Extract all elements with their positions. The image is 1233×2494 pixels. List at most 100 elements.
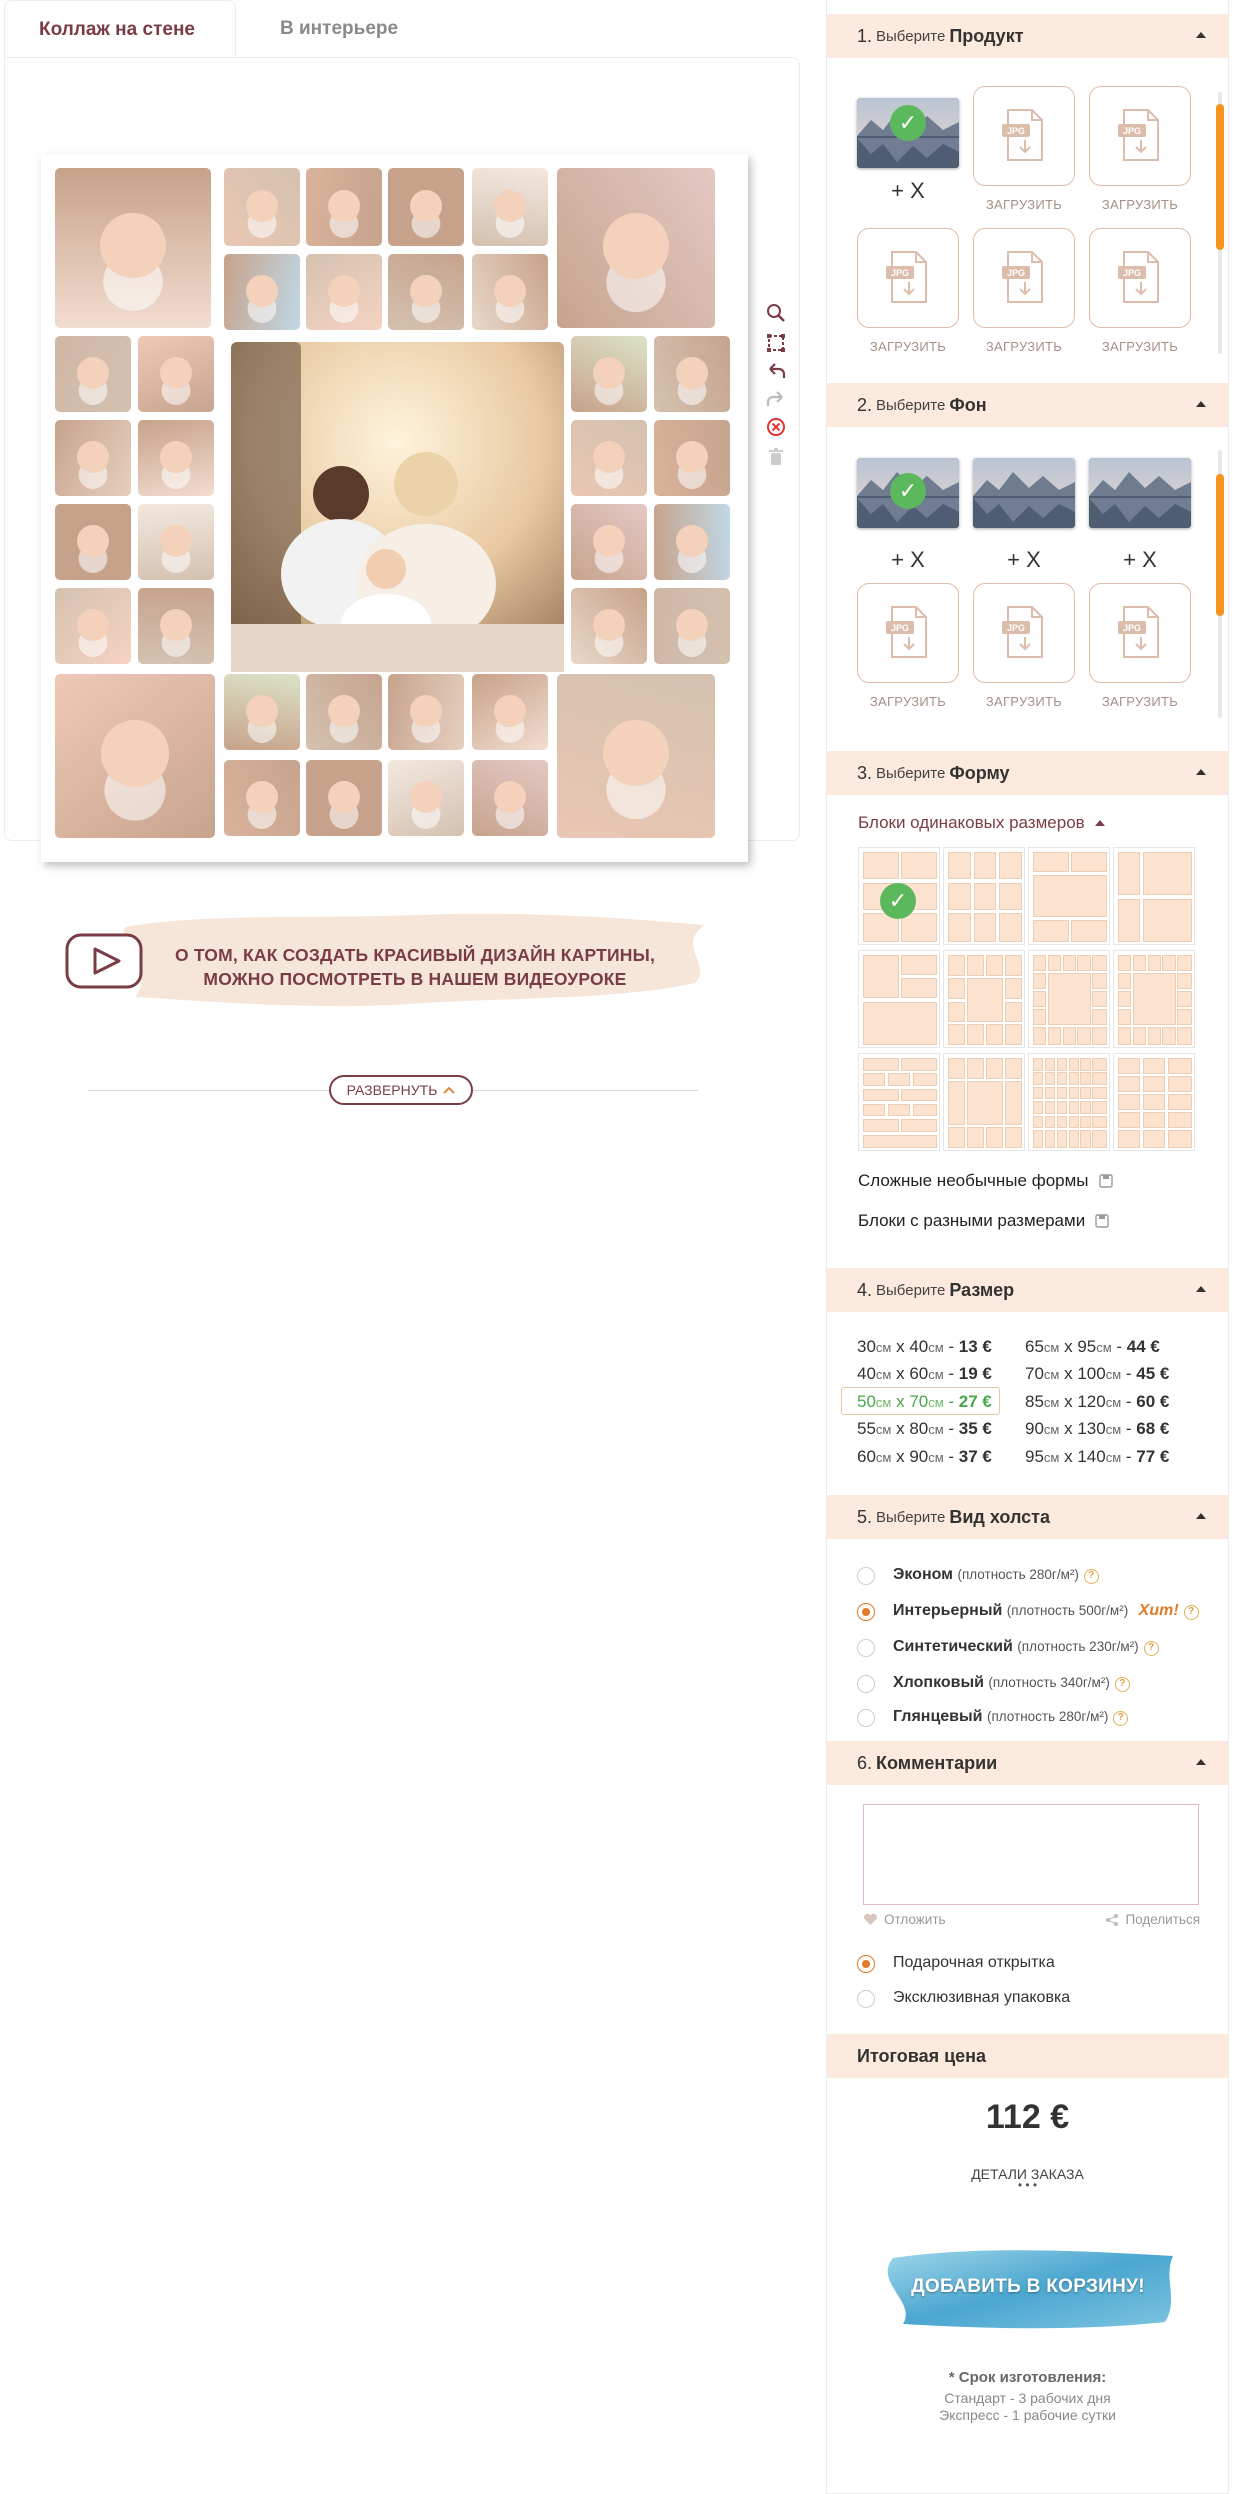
- collage-photo[interactable]: [306, 674, 382, 750]
- help-icon[interactable]: ?: [1113, 1711, 1129, 1726]
- size-option[interactable]: 50см x 70см - 27 €: [857, 1392, 992, 1412]
- product-upload-slot[interactable]: JPG: [1089, 86, 1191, 186]
- layout-option[interactable]: [943, 950, 1025, 1048]
- collage-photo[interactable]: [306, 254, 382, 330]
- collage-canvas[interactable]: [41, 154, 748, 862]
- collage-photo[interactable]: [138, 336, 214, 412]
- section-size-header[interactable]: 4. Выберите Размер: [827, 1268, 1228, 1312]
- product-upload-slot[interactable]: JPG: [973, 228, 1075, 328]
- collage-photo[interactable]: [55, 674, 215, 838]
- collage-photo[interactable]: [55, 504, 131, 580]
- layout-option[interactable]: [1113, 847, 1195, 945]
- collage-photo[interactable]: [306, 168, 382, 246]
- background-upload-slot[interactable]: JPG: [1089, 583, 1191, 683]
- collage-photo[interactable]: [55, 168, 211, 328]
- collage-photo[interactable]: [654, 336, 730, 412]
- tab-wall-collage[interactable]: Коллаж на стене: [4, 0, 236, 58]
- collage-photo[interactable]: [224, 760, 300, 836]
- collage-photo[interactable]: [571, 588, 647, 664]
- product-scrollbar-thumb[interactable]: [1216, 104, 1224, 250]
- collage-photo[interactable]: [571, 336, 647, 412]
- layout-option[interactable]: [1113, 950, 1195, 1048]
- collage-photo[interactable]: [472, 168, 548, 246]
- layout-option[interactable]: [943, 1053, 1025, 1151]
- help-icon[interactable]: ?: [1114, 1677, 1130, 1692]
- size-option[interactable]: 85см x 120см - 60 €: [1025, 1392, 1169, 1412]
- collage-photo[interactable]: [388, 674, 464, 750]
- background-option[interactable]: [1089, 458, 1191, 528]
- section-background-header[interactable]: 2. Выберите Фон: [827, 383, 1228, 427]
- collage-photo[interactable]: [654, 588, 730, 664]
- help-icon[interactable]: ?: [1183, 1605, 1199, 1620]
- collage-photo[interactable]: [388, 760, 464, 836]
- collage-photo[interactable]: [654, 504, 730, 580]
- collage-photo[interactable]: [55, 588, 131, 664]
- video-tutorial-banner[interactable]: О ТОМ, КАК СОЗДАТЬ КРАСИВЫЙ ДИЗАЙН КАРТИ…: [60, 905, 720, 1015]
- layout-option[interactable]: [1113, 1053, 1195, 1151]
- collage-photo[interactable]: [138, 504, 214, 580]
- undo-icon[interactable]: [763, 358, 789, 384]
- layout-option[interactable]: [858, 1053, 940, 1151]
- remove-icon[interactable]: [763, 414, 789, 440]
- collage-photo[interactable]: [224, 674, 300, 750]
- zoom-icon[interactable]: [763, 300, 789, 326]
- collage-photo[interactable]: [571, 504, 647, 580]
- layout-option[interactable]: [943, 847, 1025, 945]
- collage-photo[interactable]: [557, 674, 715, 838]
- background-upload-slot[interactable]: JPG: [857, 583, 959, 683]
- section-product-header[interactable]: 1. Выберите Продукт: [827, 14, 1228, 58]
- collage-photo[interactable]: [138, 420, 214, 496]
- collage-photo[interactable]: [55, 336, 131, 412]
- background-option[interactable]: [973, 458, 1075, 528]
- collage-photo[interactable]: [388, 168, 464, 246]
- canvas-type-label[interactable]: Хлопковый (плотность 340г/м²)?: [893, 1674, 1130, 1692]
- canvas-type-radio[interactable]: [857, 1639, 875, 1657]
- gift-card-radio[interactable]: [857, 1955, 875, 1973]
- layout-option[interactable]: [1028, 847, 1110, 945]
- crop-icon[interactable]: [763, 330, 789, 356]
- canvas-type-radio[interactable]: [857, 1675, 875, 1693]
- order-details-link[interactable]: ДЕТАЛИ ЗАКАЗА • • •: [827, 2166, 1228, 2191]
- section-canvas-type-header[interactable]: 5. Выберите Вид холста: [827, 1495, 1228, 1539]
- product-upload-slot[interactable]: JPG: [973, 86, 1075, 186]
- size-option[interactable]: 70см x 100см - 45 €: [1025, 1364, 1169, 1384]
- canvas-type-label[interactable]: Эконом (плотность 280г/м²)?: [893, 1566, 1099, 1584]
- main-photo[interactable]: [231, 342, 564, 672]
- complex-shapes-link[interactable]: Сложные необычные формы: [858, 1171, 1113, 1191]
- size-option[interactable]: 40см x 60см - 19 €: [857, 1364, 992, 1384]
- help-icon[interactable]: ?: [1083, 1569, 1099, 1584]
- collage-photo[interactable]: [138, 588, 214, 664]
- collage-photo[interactable]: [571, 420, 647, 496]
- canvas-type-label[interactable]: Синтетический (плотность 230г/м²)?: [893, 1638, 1159, 1656]
- size-option[interactable]: 95см x 140см - 77 €: [1025, 1447, 1169, 1467]
- share-button[interactable]: Поделиться: [1105, 1912, 1200, 1927]
- layout-option[interactable]: [1028, 1053, 1110, 1151]
- redo-icon[interactable]: [763, 386, 789, 412]
- canvas-type-radio[interactable]: [857, 1567, 875, 1585]
- layout-option[interactable]: [1028, 950, 1110, 1048]
- same-size-blocks-toggle[interactable]: Блоки одинаковых размеров: [858, 813, 1105, 833]
- background-scrollbar-thumb[interactable]: [1216, 474, 1224, 616]
- collage-photo[interactable]: [472, 254, 548, 330]
- section-shape-header[interactable]: 3. Выберите Форму: [827, 751, 1228, 795]
- size-option[interactable]: 65см x 95см - 44 €: [1025, 1337, 1160, 1357]
- size-option[interactable]: 90см x 130см - 68 €: [1025, 1419, 1169, 1439]
- help-icon[interactable]: ?: [1143, 1641, 1159, 1656]
- add-to-cart-button[interactable]: ДОБАВИТЬ В КОРЗИНУ!: [873, 2238, 1183, 2338]
- canvas-type-radio[interactable]: [857, 1709, 875, 1727]
- different-size-blocks-link[interactable]: Блоки с разными размерами: [858, 1211, 1109, 1231]
- exclusive-pack-radio[interactable]: [857, 1990, 875, 2008]
- collage-photo[interactable]: [654, 420, 730, 496]
- background-upload-slot[interactable]: JPG: [973, 583, 1075, 683]
- collage-photo[interactable]: [388, 254, 464, 330]
- comment-textarea[interactable]: [863, 1804, 1199, 1905]
- canvas-type-label[interactable]: Глянцевый (плотность 280г/м²)?: [893, 1708, 1129, 1726]
- size-option[interactable]: 60см x 90см - 37 €: [857, 1447, 992, 1467]
- collage-photo[interactable]: [472, 674, 548, 750]
- expand-button[interactable]: РАЗВЕРНУТЬ: [329, 1075, 473, 1105]
- size-option[interactable]: 30см x 40см - 13 €: [857, 1337, 992, 1357]
- collage-photo[interactable]: [55, 420, 131, 496]
- collage-photo[interactable]: [557, 168, 715, 328]
- collage-photo[interactable]: [306, 760, 382, 836]
- canvas-type-label[interactable]: Интерьерный (плотность 500г/м²) Хит!?: [893, 1602, 1199, 1620]
